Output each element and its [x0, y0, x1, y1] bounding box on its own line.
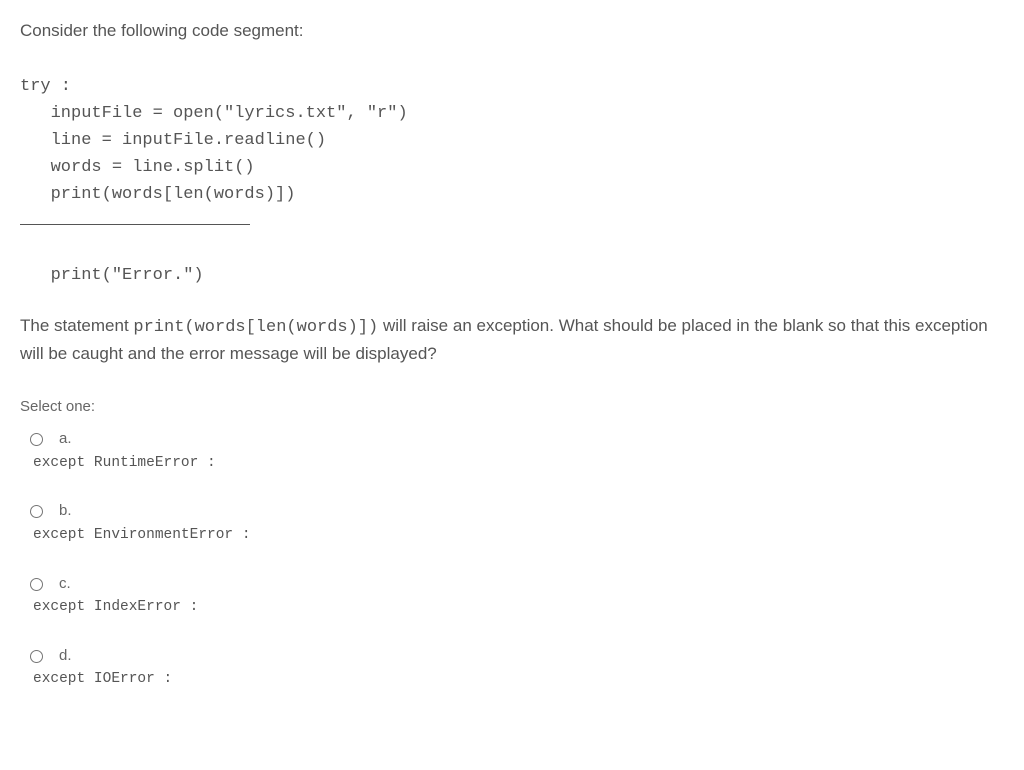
select-one-label: Select one: [20, 396, 1004, 419]
code-segment-after-blank: print("Error.") [20, 235, 1004, 289]
radio-d[interactable] [30, 650, 43, 663]
code-line-3: line = inputFile.readline() [20, 131, 326, 150]
option-b[interactable]: b. except EnvironmentError : [30, 500, 1004, 546]
option-letter-d: d. [59, 645, 172, 668]
option-code-b: except EnvironmentError : [33, 525, 251, 547]
code-line-4: words = line.split() [20, 158, 255, 177]
option-letter-b: b. [59, 500, 251, 523]
option-code-c: except IndexError : [33, 597, 198, 619]
intro-text: Consider the following code segment: [20, 18, 1004, 44]
code-segment: try : inputFile = open("lyrics.txt", "r"… [20, 46, 1004, 209]
option-c[interactable]: c. except IndexError : [30, 573, 1004, 619]
code-line-6: print("Error.") [20, 266, 204, 285]
code-line-2: inputFile = open("lyrics.txt", "r") [20, 104, 408, 123]
code-line-1: try : [20, 77, 71, 96]
code-line-5: print(words[len(words)]) [20, 185, 295, 204]
radio-c[interactable] [30, 578, 43, 591]
option-letter-a: a. [59, 428, 216, 451]
options-list: a. except RuntimeError : b. except Envir… [20, 428, 1004, 691]
question-code-inline: print(words[len(words)]) [133, 318, 378, 337]
question-text: The statement print(words[len(words)]) w… [20, 313, 1004, 368]
question-pre: The statement [20, 316, 133, 335]
radio-b[interactable] [30, 505, 43, 518]
fill-in-blank [20, 213, 250, 225]
option-code-d: except IOError : [33, 669, 172, 691]
option-letter-c: c. [59, 573, 198, 596]
radio-a[interactable] [30, 433, 43, 446]
option-code-a: except RuntimeError : [33, 453, 216, 475]
option-d[interactable]: d. except IOError : [30, 645, 1004, 691]
option-a[interactable]: a. except RuntimeError : [30, 428, 1004, 474]
